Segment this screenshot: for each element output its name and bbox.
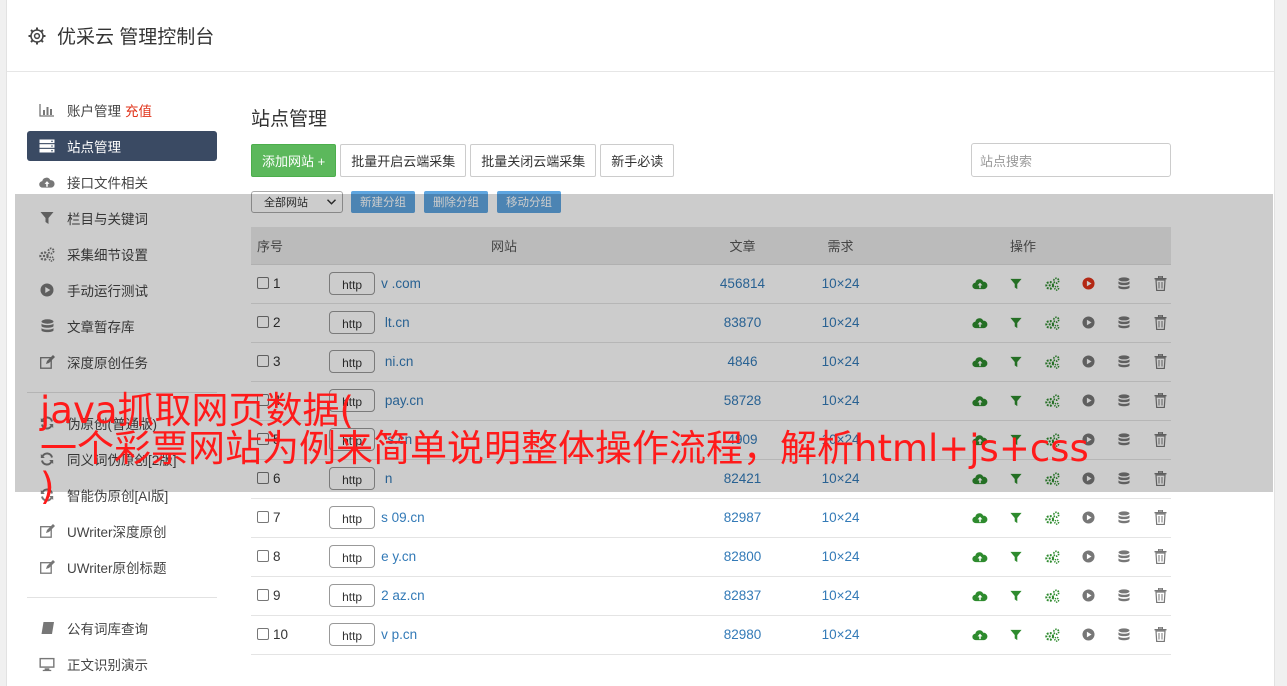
sidebar-item-public-lexicon[interactable]: 公有词库查询 [27, 610, 217, 646]
gear-icon [28, 27, 46, 44]
row-number: 9 [273, 588, 281, 603]
sidebar-item-label: 账户管理 [67, 104, 121, 119]
row-no-cell: 9 [251, 576, 330, 616]
app-title: 优采云 管理控制台 [57, 27, 215, 48]
row-no-cell: 10 [251, 615, 330, 655]
cloud-upload-icon[interactable] [969, 624, 991, 646]
edit-icon [39, 523, 55, 539]
row-number: 10 [273, 627, 289, 642]
sidebar-item-label: 正文识别演示 [67, 658, 148, 673]
filter-icon[interactable] [1005, 585, 1027, 607]
play-circle-icon[interactable] [1077, 546, 1099, 568]
row-article-count[interactable]: 82980 [678, 615, 807, 655]
row-number: 7 [273, 510, 281, 525]
scheme-badge: http [329, 506, 376, 529]
cloud-upload-icon[interactable] [969, 585, 991, 607]
row-ops-cell [875, 615, 1171, 655]
trash-icon[interactable] [1149, 507, 1171, 529]
row-demand[interactable]: 10×24 [806, 537, 875, 577]
caption-line-2: 一个彩票网站为例来简单说明整体操作流程，解析html+js+css [40, 427, 1089, 470]
filter-icon[interactable] [1005, 624, 1027, 646]
row-site-cell: http v p.cn [329, 615, 679, 655]
trash-icon[interactable] [1149, 546, 1171, 568]
edit-icon [39, 559, 55, 575]
sidebar-item-text-recognition[interactable]: 正文识别演示 [27, 646, 217, 682]
gears-icon[interactable] [1041, 624, 1063, 646]
monitor-icon [39, 656, 55, 672]
site-domain-link[interactable]: s 09.cn [381, 510, 425, 525]
site-domain-link[interactable]: 2 az.cn [381, 588, 425, 603]
trash-icon[interactable] [1149, 585, 1171, 607]
sidebar-item-label: UWriter原创标题 [67, 561, 167, 576]
play-circle-icon[interactable] [1077, 624, 1099, 646]
table-row: 10 http v p.cn 82980 10×24 [251, 615, 1171, 655]
row-no-cell: 8 [251, 537, 330, 577]
sidebar-item-uwriter-deep[interactable]: UWriter深度原创 [27, 513, 217, 549]
batch-close-cloud-button[interactable]: 批量关闭云端采集 [470, 143, 597, 177]
row-checkbox[interactable] [257, 511, 269, 523]
sidebar-item-label: 接口文件相关 [67, 176, 148, 191]
database-icon[interactable] [1113, 546, 1135, 568]
overlay-caption: java抓取网页数据( 一个彩票网站为例来简单说明整体操作流程，解析html+j… [40, 392, 1280, 506]
add-site-button[interactable]: 添加网站 + [251, 143, 337, 177]
bar-chart-icon [39, 102, 55, 118]
scheme-badge: http [329, 623, 376, 646]
sidebar-item-label: 公有词库查询 [67, 622, 148, 637]
site-domain-link[interactable]: e y.cn [381, 549, 416, 564]
top-bar: 优采云 管理控制台 [7, 0, 1274, 72]
row-ops-cell [875, 576, 1171, 616]
row-checkbox[interactable] [257, 550, 269, 562]
scheme-badge: http [329, 584, 376, 607]
cloud-upload-icon [39, 174, 55, 190]
row-site-cell: http e y.cn [329, 537, 679, 577]
site-search-input[interactable]: 站点搜索 [971, 143, 1171, 177]
newbie-guide-button[interactable]: 新手必读 [600, 143, 675, 177]
table-row: 9 http 2 az.cn 82837 10×24 [251, 576, 1171, 616]
scheme-badge: http [329, 545, 376, 568]
database-icon[interactable] [1113, 624, 1135, 646]
sidebar-item-label: 站点管理 [67, 140, 121, 155]
gears-icon[interactable] [1041, 507, 1063, 529]
sidebar-item-label: UWriter深度原创 [67, 525, 167, 540]
play-circle-icon[interactable] [1077, 507, 1099, 529]
caption-line-3: ) [40, 465, 55, 508]
row-demand[interactable]: 10×24 [806, 615, 875, 655]
row-ops-cell [875, 537, 1171, 577]
filter-icon[interactable] [1005, 546, 1027, 568]
database-icon[interactable] [1113, 585, 1135, 607]
sidebar-item-uwriter-title[interactable]: UWriter原创标题 [27, 549, 217, 585]
filter-icon[interactable] [1005, 507, 1027, 529]
site-domain-link[interactable]: v p.cn [381, 627, 417, 642]
row-article-count[interactable]: 82837 [678, 576, 807, 616]
sidebar-divider [27, 597, 217, 598]
sidebar-item-account[interactable]: 账户管理 充值 [27, 92, 217, 128]
row-site-cell: http 2 az.cn [329, 576, 679, 616]
database-icon[interactable] [1113, 507, 1135, 529]
row-demand[interactable]: 10×24 [806, 576, 875, 616]
row-article-count[interactable]: 82800 [678, 537, 807, 577]
server-icon [39, 138, 55, 154]
trash-icon[interactable] [1149, 624, 1171, 646]
gears-icon[interactable] [1041, 585, 1063, 607]
row-checkbox[interactable] [257, 589, 269, 601]
batch-open-cloud-button[interactable]: 批量开启云端采集 [340, 143, 467, 177]
toolbar: 添加网站 + 批量开启云端采集 批量关闭云端采集 新手必读 站点搜索 [251, 143, 1171, 177]
sidebar-item-sites[interactable]: 站点管理 [27, 131, 217, 161]
cloud-upload-icon[interactable] [969, 507, 991, 529]
caption-line-1: java抓取网页数据( [40, 389, 354, 432]
row-checkbox[interactable] [257, 628, 269, 640]
book-icon [39, 620, 55, 636]
page-title: 站点管理 [251, 109, 328, 130]
row-number: 8 [273, 549, 281, 564]
play-circle-icon[interactable] [1077, 585, 1099, 607]
gears-icon[interactable] [1041, 546, 1063, 568]
table-row: 8 http e y.cn 82800 10×24 [251, 537, 1171, 577]
recharge-link[interactable]: 充值 [125, 100, 152, 120]
cloud-upload-icon[interactable] [969, 546, 991, 568]
